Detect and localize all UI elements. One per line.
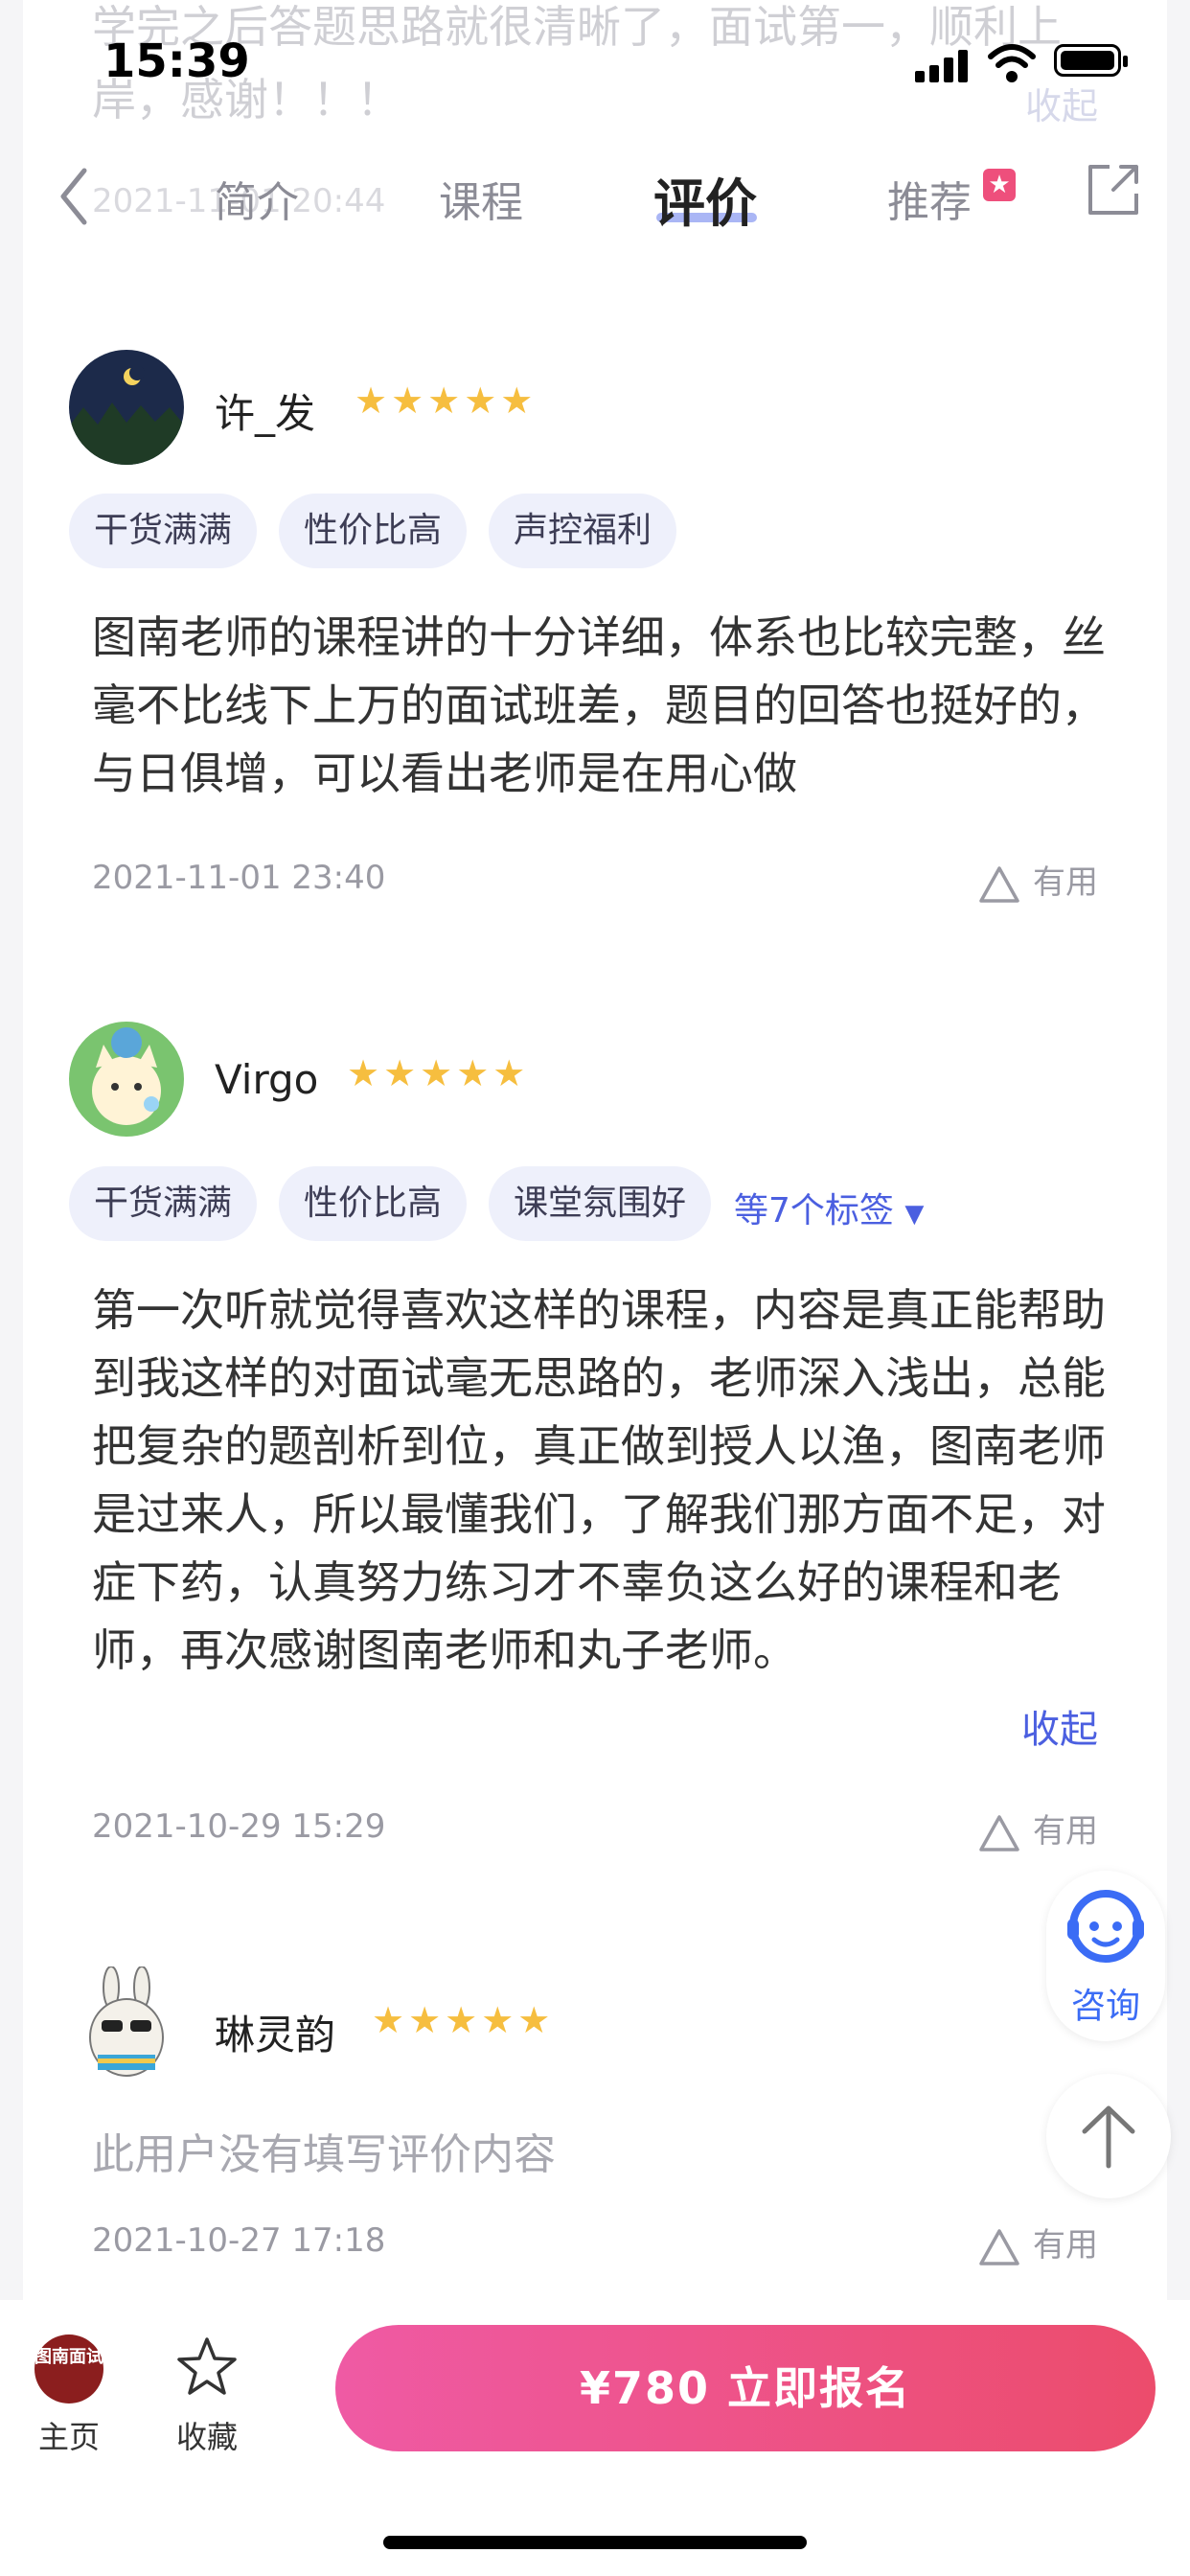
more-tags-label: 等7个标签 — [734, 1191, 894, 1230]
home-indicator — [383, 2536, 807, 2549]
recommend-star-badge-icon: ★ — [983, 169, 1016, 201]
useful-label: 有用 — [1033, 863, 1098, 902]
review-tag: 性价比高 — [279, 1166, 468, 1241]
rating-stars: ★★★★★ — [347, 1052, 530, 1094]
useful-label: 有用 — [1033, 1812, 1098, 1851]
review-text: 第一次听就觉得喜欢这样的课程，内容是真正能帮助到我这样的对面试毫无思路的，老师深… — [92, 1284, 1106, 1676]
night-sky-avatar-icon — [69, 350, 184, 465]
consult-label: 咨询 — [1070, 1987, 1140, 2026]
review-list-card: 学完之后答题思路就很清晰了，面试第一，顺利上岸，感谢！！！ 收起 2021-11… — [23, 0, 1167, 2300]
cellular-signal-icon — [915, 50, 969, 82]
rating-stars: ★★★★★ — [372, 1999, 555, 2041]
home-label: 主页 — [38, 2419, 101, 2455]
course-nav-bar: 简介 课程 评价 推荐 ★ — [0, 144, 1190, 254]
review-text: 图南老师的课程讲的十分详细，体系也比较完整，丝毫不比线下上万的面试班差，题目的回… — [92, 611, 1106, 799]
review-tag: 课堂氛围好 — [489, 1166, 712, 1241]
useful-button[interactable]: 有用 — [977, 856, 1098, 905]
empty-review-text: 此用户没有填写评价内容 — [92, 2130, 556, 2179]
bottom-action-bar: 图南面试 主页 收藏 ¥780 立即报名 — [0, 2300, 1190, 2576]
favorite-label: 收藏 — [176, 2419, 239, 2455]
tab-recommend[interactable]: 推荐 — [887, 168, 972, 229]
status-bar: 15:39 — [0, 0, 1190, 134]
consult-button[interactable]: 咨询 — [1046, 1871, 1165, 2041]
review-username: 许_发 — [215, 390, 316, 437]
review-username: 琳灵韵 — [215, 2012, 336, 2058]
cat-avatar-icon — [69, 1022, 184, 1137]
battery-icon — [1054, 44, 1128, 77]
back-arrow-icon[interactable] — [56, 163, 94, 230]
review-date: 2021-10-29 15:29 — [92, 1807, 386, 1846]
collapse-link[interactable]: 收起 — [1021, 1698, 1098, 1754]
rabbit-avatar-icon — [69, 1966, 184, 2082]
useful-label: 有用 — [1033, 2226, 1098, 2265]
back-to-top-button[interactable] — [1046, 2074, 1171, 2198]
avatar — [69, 350, 184, 465]
review-date: 2021-11-01 23:40 — [92, 859, 386, 897]
enroll-button[interactable]: ¥780 立即报名 — [335, 2325, 1156, 2451]
triangle-thumb-icon — [979, 1814, 1019, 1852]
avatar — [69, 1022, 184, 1137]
triangle-thumb-icon — [979, 865, 1019, 903]
useful-button[interactable]: 有用 — [977, 2219, 1098, 2267]
brand-logo-icon: 图南面试 — [34, 2334, 103, 2404]
review-tag: 声控福利 — [489, 494, 677, 568]
tab-reviews[interactable]: 评价 — [653, 161, 757, 237]
review-tag: 干货满满 — [69, 1166, 258, 1241]
arrow-up-icon — [1082, 2105, 1135, 2169]
status-time: 15:39 — [103, 34, 250, 88]
review-tag: 性价比高 — [279, 494, 468, 568]
star-outline-icon — [177, 2337, 237, 2395]
tab-intro[interactable]: 简介 — [215, 168, 299, 229]
review-date: 2021-10-27 17:18 — [92, 2221, 386, 2260]
wifi-icon — [988, 44, 1036, 82]
rating-stars: ★★★★★ — [355, 380, 538, 422]
share-icon[interactable] — [1085, 161, 1142, 218]
review-tag: 干货满满 — [69, 494, 258, 568]
useful-button[interactable]: 有用 — [977, 1805, 1098, 1853]
triangle-thumb-icon — [979, 2228, 1019, 2266]
review-username: Virgo — [215, 1056, 319, 1103]
caret-down-icon: ▼ — [904, 1200, 925, 1229]
customer-service-icon — [1067, 1890, 1144, 1963]
more-tags-toggle[interactable]: 等7个标签 ▼ — [734, 1183, 924, 1232]
tab-courses[interactable]: 课程 — [439, 168, 523, 229]
avatar — [69, 1966, 184, 2082]
